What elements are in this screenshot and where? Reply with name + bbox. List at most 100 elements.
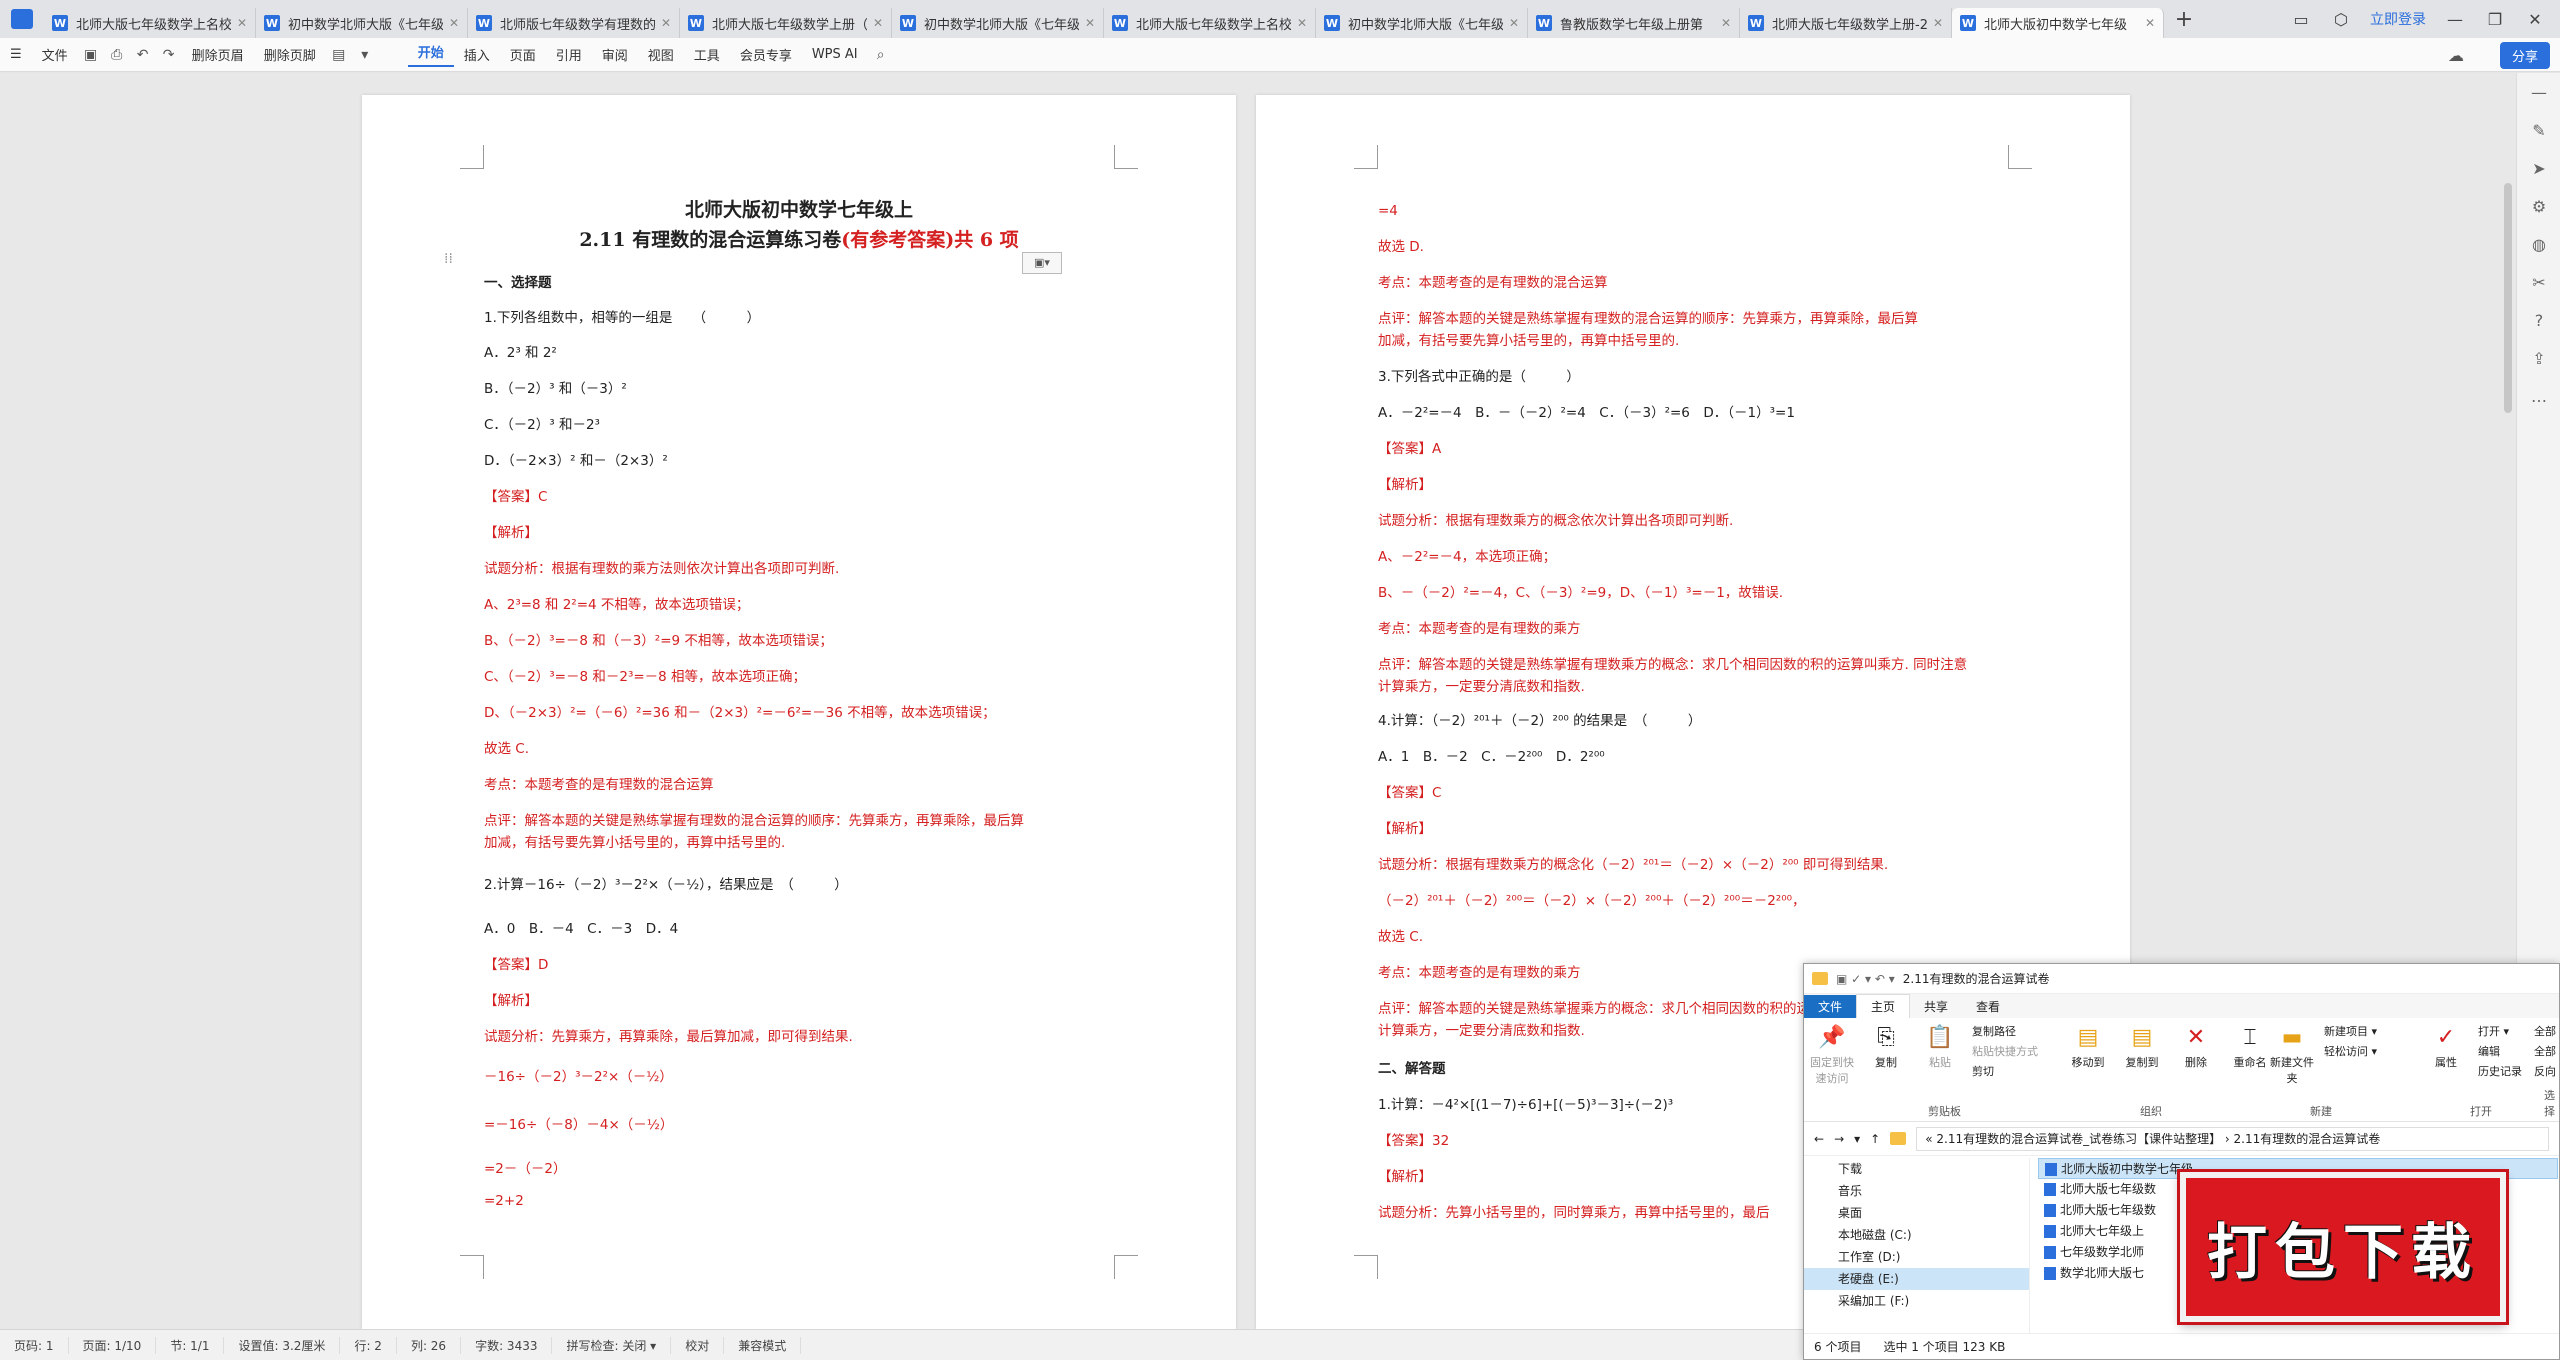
nav-item-downloads[interactable]: 下载 <box>1804 1158 2029 1180</box>
doc-tab[interactable]: W 初中数学北师大版《七年级上 ✕ <box>256 8 468 38</box>
chevron-down-icon[interactable]: ▾ <box>354 44 376 66</box>
settings-icon[interactable]: ⚙ <box>2517 187 2560 225</box>
paste-button[interactable]: 📋 粘贴 <box>1918 1022 1962 1086</box>
explorer-tab-view[interactable]: 查看 <box>1962 995 2014 1018</box>
status-page[interactable]: 页码: 1 <box>0 1336 69 1354</box>
search-icon[interactable]: ⌕ <box>870 44 892 66</box>
explorer-tab-file[interactable]: 文件 <box>1804 995 1857 1018</box>
recent-dropdown-icon[interactable]: ▾ <box>1854 1132 1860 1146</box>
redo-icon[interactable]: ↷ <box>158 44 180 66</box>
spell-check-toggle[interactable]: 拼写检查: 关闭 ▾ <box>552 1336 672 1354</box>
quick-access-icon[interactable]: ▣ ✓ ▾ ↶ ▾ <box>1836 972 1895 986</box>
status-section[interactable]: 节: 1/1 <box>156 1336 225 1354</box>
open-button[interactable]: 打开 ▾ <box>2478 1022 2522 1042</box>
delete-footer-button[interactable]: 删除页脚 <box>254 45 326 64</box>
collapse-icon[interactable]: — <box>2517 73 2560 111</box>
window-layout-icon[interactable]: ▭ <box>2290 10 2312 29</box>
undo-icon[interactable]: ↶ <box>132 44 154 66</box>
close-tab-icon[interactable]: ✕ <box>1721 16 1731 30</box>
delete-button[interactable]: ✕ 删除 <box>2174 1022 2218 1070</box>
nav-item-desktop[interactable]: 桌面 <box>1804 1202 2029 1224</box>
nav-item-drive-e[interactable]: 老硬盘 (E:) <box>1804 1268 2029 1290</box>
close-icon[interactable]: ✕ <box>2524 10 2546 29</box>
up-icon[interactable]: ↑ <box>1870 1132 1880 1146</box>
login-link[interactable]: 立即登录 <box>2370 9 2426 29</box>
invert-selection-button[interactable]: 反向 <box>2534 1062 2556 1082</box>
tab-reference[interactable]: 引用 <box>546 45 592 64</box>
status-words[interactable]: 字数: 3433 <box>461 1336 553 1354</box>
breadcrumb[interactable]: « 2.11有理数的混合运算试卷_试卷练习【课件站整理】 › 2.11有理数的混… <box>1916 1126 2549 1151</box>
close-tab-icon[interactable]: ✕ <box>1085 16 1095 30</box>
save-icon[interactable]: ▣ <box>80 44 102 66</box>
nav-item-drive-d[interactable]: 工作室 (D:) <box>1804 1246 2029 1268</box>
rename-button[interactable]: ⌶ 重命名 <box>2228 1022 2272 1070</box>
copy-path-button[interactable]: 复制路径 <box>1972 1022 2058 1042</box>
cursor-icon[interactable]: ➤ <box>2517 149 2560 187</box>
format-icon[interactable]: ▤ <box>328 44 350 66</box>
doc-tab[interactable]: W 鲁教版数学七年级上册第 ✕ <box>1528 8 1740 38</box>
tab-view[interactable]: 视图 <box>638 45 684 64</box>
close-tab-icon[interactable]: ✕ <box>1933 16 1943 30</box>
minimize-icon[interactable]: — <box>2444 10 2466 29</box>
doc-tab[interactable]: W 初中数学北师大版《七年级上 ✕ <box>1316 8 1528 38</box>
select-all-button[interactable]: 全部 <box>2534 1022 2556 1042</box>
tab-review[interactable]: 审阅 <box>592 45 638 64</box>
properties-button[interactable]: ✓ 属性 <box>2424 1022 2468 1082</box>
doc-tab[interactable]: W 北师大版七年级数学上名校 ✕ <box>44 8 256 38</box>
status-setting[interactable]: 设置值: 3.2厘米 <box>224 1336 341 1354</box>
nav-item-drive-c[interactable]: 本地磁盘 (C:) <box>1804 1224 2029 1246</box>
new-folder-button[interactable]: ▬ 新建文件夹 <box>2270 1022 2314 1086</box>
proofread-button[interactable]: 校对 <box>671 1336 725 1354</box>
copy-button[interactable]: ⎘ 复制 <box>1864 1022 1908 1086</box>
paste-shortcut-button[interactable]: 粘贴快捷方式 <box>1972 1042 2058 1062</box>
paste-options-button[interactable]: ▣▾ <box>1022 252 1062 274</box>
tab-insert[interactable]: 插入 <box>454 45 500 64</box>
doc-tab[interactable]: W 北师版七年级数学有理数的加减 ✕ <box>468 8 680 38</box>
tab-home[interactable]: 开始 <box>407 42 454 67</box>
forward-icon[interactable]: → <box>1834 1132 1844 1146</box>
cut-button[interactable]: 剪切 <box>1972 1062 2058 1082</box>
move-to-button[interactable]: ▤ 移动到 <box>2066 1022 2110 1070</box>
explorer-tab-home[interactable]: 主页 <box>1856 994 1911 1018</box>
wps-ai-button[interactable]: WPS AI <box>802 47 868 62</box>
close-tab-icon[interactable]: ✕ <box>661 16 671 30</box>
tab-member[interactable]: 会员专享 <box>730 45 802 64</box>
tab-tools[interactable]: 工具 <box>684 45 730 64</box>
close-tab-icon[interactable]: ✕ <box>1509 16 1519 30</box>
more-icon[interactable]: … <box>2517 377 2560 415</box>
doc-tab[interactable]: W 初中数学北师大版《七年级上 ✕ <box>892 8 1104 38</box>
copy-to-button[interactable]: ▤ 复制到 <box>2120 1022 2164 1070</box>
doc-tab[interactable]: W 北师大版初中数学七年级 ✕ <box>1952 8 2164 38</box>
vertical-scrollbar[interactable] <box>2504 183 2512 413</box>
cloud-icon[interactable]: ☁ <box>2448 46 2464 65</box>
doc-tab[interactable]: W 北师大版七年级数学上册（2. ✕ <box>680 8 892 38</box>
pin-quick-access-button[interactable]: 📌 固定到快速访问 <box>1810 1022 1854 1086</box>
share-icon[interactable]: ⇪ <box>2517 339 2560 377</box>
edit-button[interactable]: 编辑 <box>2478 1042 2522 1062</box>
close-tab-icon[interactable]: ✕ <box>449 16 459 30</box>
easy-access-button[interactable]: 轻松访问 ▾ <box>2324 1042 2377 1062</box>
tools-icon[interactable]: ✂ <box>2517 263 2560 301</box>
close-tab-icon[interactable]: ✕ <box>1297 16 1307 30</box>
drag-handle-icon[interactable]: ⁞⁞ <box>444 251 453 267</box>
delete-header-button[interactable]: 删除页眉 <box>182 45 254 64</box>
explorer-tab-share[interactable]: 共享 <box>1910 995 1962 1018</box>
new-tab-button[interactable]: + <box>2164 7 2204 32</box>
style-icon[interactable]: ◍ <box>2517 225 2560 263</box>
nav-item-music[interactable]: 音乐 <box>1804 1180 2029 1202</box>
close-tab-icon[interactable]: ✕ <box>237 16 247 30</box>
close-tab-icon[interactable]: ✕ <box>873 16 883 30</box>
help-icon[interactable]: ? <box>2517 301 2560 339</box>
cube-icon[interactable]: ⬡ <box>2330 10 2352 29</box>
close-tab-icon[interactable]: ✕ <box>2145 16 2155 30</box>
menu-icon[interactable]: ☰ <box>0 47 32 62</box>
back-icon[interactable]: ← <box>1814 1132 1824 1146</box>
new-item-button[interactable]: 新建项目 ▾ <box>2324 1022 2377 1042</box>
file-menu[interactable]: 文件 <box>32 45 78 64</box>
history-button[interactable]: 历史记录 <box>2478 1062 2522 1082</box>
download-banner[interactable]: 打包下载 <box>2177 1169 2509 1325</box>
doc-tab[interactable]: W 北师大版七年级数学上册-2.1 ✕ <box>1740 8 1952 38</box>
share-button[interactable]: 分享 <box>2499 42 2550 69</box>
doc-tab[interactable]: W 北师大版七年级数学上名校讲 ✕ <box>1104 8 1316 38</box>
app-menu-icon[interactable] <box>0 0 44 38</box>
